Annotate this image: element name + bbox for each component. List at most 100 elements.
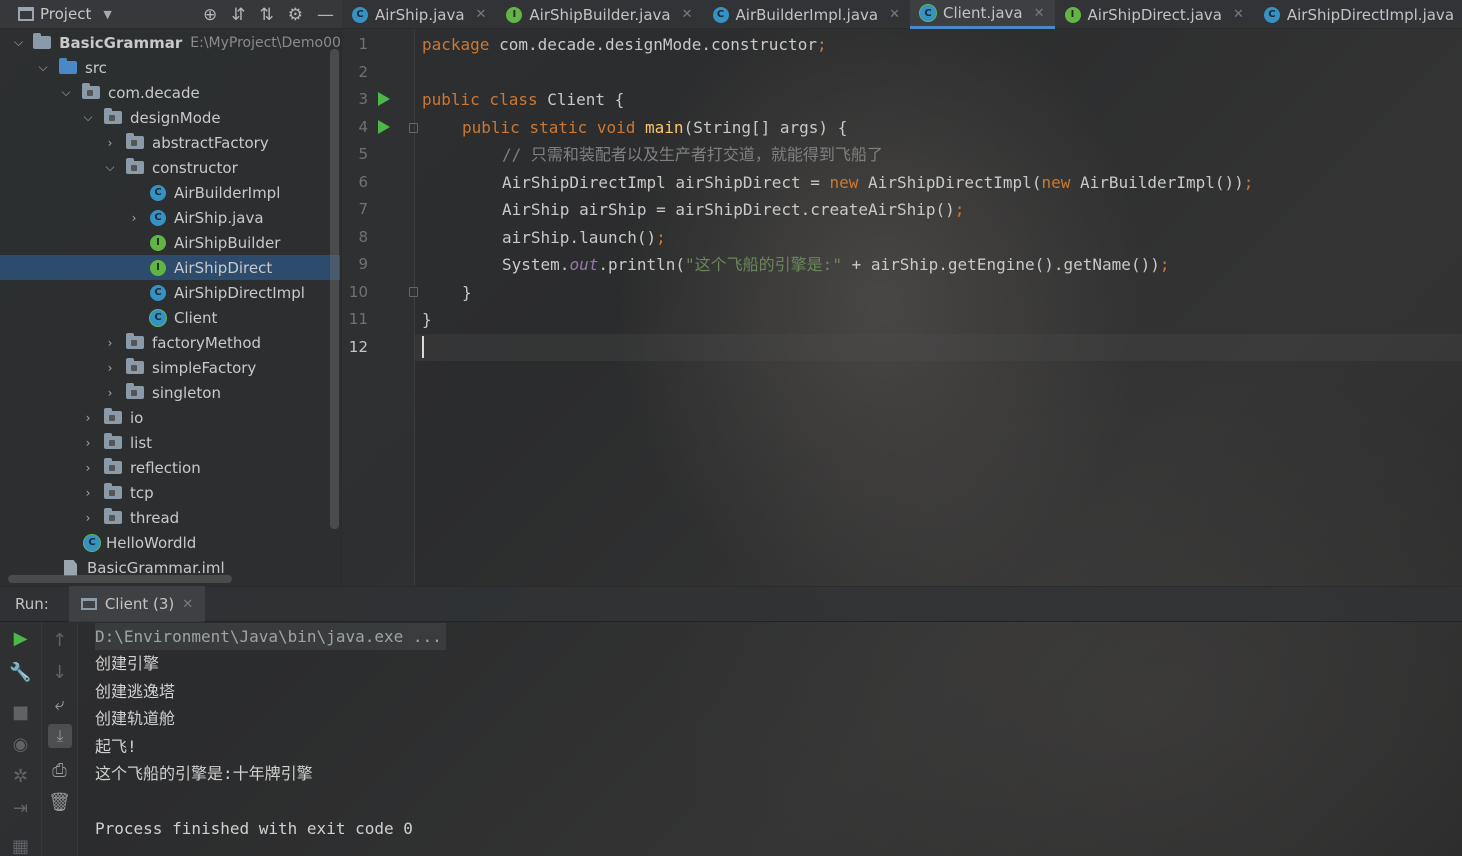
semicolon: ; <box>1243 173 1254 192</box>
tree-item-constructor[interactable]: ⌵ constructor <box>0 155 340 180</box>
line-number: 8 <box>358 228 368 246</box>
tree-item-airshipbuilder[interactable]: I AirShipBuilder <box>0 230 340 255</box>
run-gutter-icon[interactable] <box>378 92 390 106</box>
chevron-right-icon[interactable]: › <box>104 386 116 400</box>
scroll-to-end-icon[interactable]: ⤓ <box>48 724 72 748</box>
close-icon[interactable]: ✕ <box>1233 7 1244 22</box>
tree-item-airbuilderimpl[interactable]: C AirBuilderImpl <box>0 180 340 205</box>
class-icon: C <box>712 6 729 23</box>
code-text: Client { <box>537 90 625 109</box>
console-output[interactable]: D:\Environment\Java\bin\java.exe ... 创建引… <box>78 622 1462 856</box>
tree-item-singleton[interactable]: › singleton <box>0 380 340 405</box>
tab-airship[interactable]: C AirShip.java ✕ <box>342 0 496 29</box>
tab-airshipdirectimpl[interactable]: C AirShipDirectImpl.java ✕ <box>1254 0 1462 29</box>
tree-item-thread[interactable]: › thread <box>0 505 340 530</box>
expand-all-icon[interactable]: ⇵ <box>231 5 245 25</box>
editor-tab-bar: C AirShip.java ✕ I AirShipBuilder.java ✕… <box>342 0 1462 29</box>
run-tab-client[interactable]: Client (3) ✕ <box>68 586 206 622</box>
tab-airshipbuilder[interactable]: I AirShipBuilder.java ✕ <box>496 0 702 29</box>
tree-item-io[interactable]: › io <box>0 405 340 430</box>
tree-item-label: com.decade <box>108 83 200 102</box>
code-editor[interactable]: package com.decade.designMode.constructo… <box>415 29 1462 586</box>
tree-item-airship-java[interactable]: › C AirShip.java <box>0 205 340 230</box>
tree-item-factorymethod[interactable]: › factoryMethod <box>0 330 340 355</box>
tree-item-airshipdirectimpl[interactable]: C AirShipDirectImpl <box>0 280 340 305</box>
tab-client[interactable]: C Client.java ✕ <box>910 0 1055 29</box>
tab-airshipdirect[interactable]: I AirShipDirect.java ✕ <box>1055 0 1254 29</box>
tree-item-com-decade[interactable]: ⌵ com.decade <box>0 80 340 105</box>
tree-item-client[interactable]: C Client <box>0 305 340 330</box>
chevron-right-icon[interactable]: › <box>128 211 140 225</box>
chevron-down-icon[interactable]: ⌵ <box>60 85 72 100</box>
close-icon[interactable]: ✕ <box>1034 6 1045 21</box>
locate-icon[interactable]: ⊕ <box>203 5 217 25</box>
code-text: } <box>462 283 472 302</box>
tree-item-label: tcp <box>130 483 154 502</box>
dropdown-icon: ▼ <box>103 7 112 21</box>
collapse-all-icon[interactable]: ⇅ <box>260 5 274 25</box>
chevron-right-icon[interactable]: › <box>82 511 94 525</box>
run-icon[interactable]: ▶ <box>0 628 41 649</box>
close-icon[interactable]: ✕ <box>889 7 900 22</box>
tree-item-simplefactory[interactable]: › simpleFactory <box>0 355 340 380</box>
keyword: public static void <box>462 118 636 137</box>
close-icon[interactable]: ✕ <box>682 7 693 22</box>
comment: // 只需和装配者以及生产者打交道，就能得到飞船了 <box>502 145 883 164</box>
tree-item-label: list <box>130 433 153 452</box>
run-panel-label: Run: <box>15 595 49 613</box>
tree-item-tcp[interactable]: › tcp <box>0 480 340 505</box>
tree-item-list[interactable]: › list <box>0 430 340 455</box>
package-icon <box>126 333 144 349</box>
line-number: 10 <box>348 283 368 301</box>
tree-vertical-scrollbar[interactable] <box>330 49 339 529</box>
project-view-selector[interactable]: Project ▼ <box>0 5 112 23</box>
chevron-right-icon[interactable]: › <box>82 461 94 475</box>
soft-wrap-icon[interactable]: ⤶ <box>42 694 77 715</box>
close-icon[interactable]: ✕ <box>182 597 193 612</box>
scroll-up-icon[interactable]: ↑ <box>42 630 77 651</box>
chevron-down-icon[interactable]: ⌵ <box>104 160 116 175</box>
console-line: 这个飞船的引擎是:十年牌引擎 <box>95 764 313 783</box>
tree-item-basicgrammar[interactable]: ⌵ BasicGrammar E:\MyProject\Demo00 <box>0 30 341 55</box>
trash-icon[interactable]: 🗑 <box>42 792 77 813</box>
code-line-9: System.out.println("这个飞船的引擎是:" + airShip… <box>502 251 1169 278</box>
run-gutter-icon[interactable] <box>378 120 390 134</box>
code-line-10: } <box>462 279 472 306</box>
settings-icon[interactable]: ⚙ <box>288 5 303 25</box>
project-view-title: Project <box>40 5 92 23</box>
tree-item-label: factoryMethod <box>152 333 262 352</box>
chevron-right-icon[interactable]: › <box>82 486 94 500</box>
stop-icon[interactable]: ■ <box>0 702 41 723</box>
chevron-right-icon[interactable]: › <box>104 336 116 350</box>
camera-icon[interactable]: ◉ <box>0 734 41 755</box>
layout-icon[interactable]: ▦ <box>0 836 41 856</box>
chevron-right-icon[interactable]: › <box>104 136 116 150</box>
close-icon[interactable]: ✕ <box>476 7 487 22</box>
tree-item-designmode[interactable]: ⌵ designMode <box>0 105 340 130</box>
chevron-down-icon[interactable]: ⌵ <box>37 60 49 75</box>
scroll-down-icon[interactable]: ↓ <box>42 662 77 683</box>
chevron-right-icon[interactable]: › <box>104 361 116 375</box>
tab-airbuilderimpl[interactable]: C AirBuilderImpl.java ✕ <box>703 0 910 29</box>
print-icon[interactable]: ⎙ <box>42 760 77 781</box>
tree-item-airshipdirect[interactable]: I AirShipDirect <box>0 255 340 280</box>
tree-horizontal-scrollbar[interactable] <box>8 575 232 583</box>
tree-item-reflection[interactable]: › reflection <box>0 455 340 480</box>
class-icon: C <box>352 6 368 23</box>
gear-small-icon[interactable]: ✲ <box>0 766 41 787</box>
console-line: 起飞! <box>95 737 137 756</box>
semicolon: ; <box>1159 255 1170 274</box>
exit-icon[interactable]: ⇥ <box>0 798 41 819</box>
tree-item-src[interactable]: ⌵ src <box>0 55 340 80</box>
chevron-down-icon[interactable]: ⌵ <box>14 35 23 50</box>
wrench-icon[interactable]: 🔧 <box>0 662 41 683</box>
tree-item-helloworldld[interactable]: C HelloWordld <box>0 530 340 555</box>
chevron-right-icon[interactable]: › <box>82 411 94 425</box>
string-literal: "这个飞船的引擎是:" <box>685 255 842 274</box>
tree-item-abstractfactory[interactable]: › abstractFactory <box>0 130 340 155</box>
package-icon <box>104 483 122 499</box>
tab-label: AirShipBuilder.java <box>529 5 671 24</box>
chevron-down-icon[interactable]: ⌵ <box>82 110 94 125</box>
minimize-icon[interactable]: — <box>317 5 334 25</box>
chevron-right-icon[interactable]: › <box>82 436 94 450</box>
